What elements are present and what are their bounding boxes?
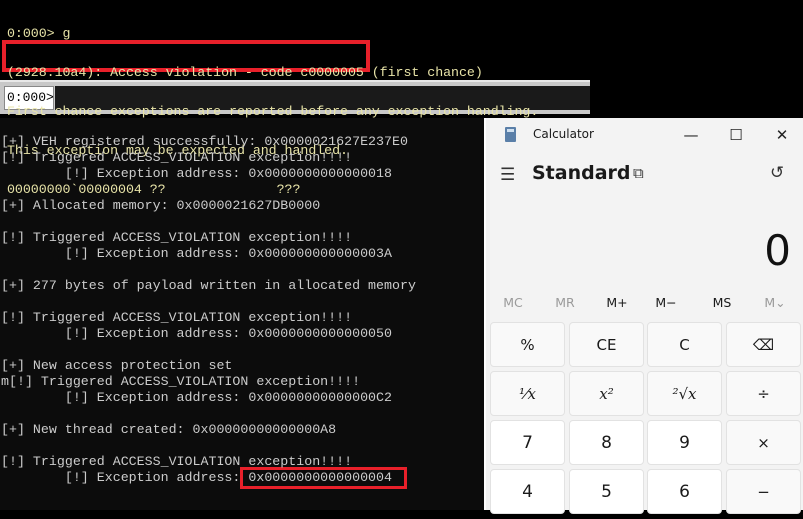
output-line: (2928.10a4): Access violation - code c00… <box>7 65 483 80</box>
console-line: [+] 277 bytes of payload written in allo… <box>1 278 416 293</box>
key-0-2[interactable]: C <box>647 322 722 367</box>
console-line: [!] Triggered ACCESS_VIOLATION exception… <box>1 310 353 325</box>
key-2-1[interactable]: 8 <box>569 420 644 465</box>
console-line: m[!] Triggered ACCESS_VIOLATION exceptio… <box>1 374 361 389</box>
console-line: [!] Exception address: 0x000000000000003… <box>1 246 392 261</box>
memory-button-1[interactable]: MR <box>545 295 585 310</box>
key-1-1[interactable]: x² <box>569 371 644 416</box>
memory-button-2[interactable]: M+ <box>597 295 637 310</box>
key-3-0[interactable]: 4 <box>490 469 565 514</box>
memory-button-5[interactable]: M⌄ <box>755 295 795 310</box>
console-line: [+] VEH registered successfully: 0x00000… <box>1 134 408 149</box>
memory-button-4[interactable]: MS <box>702 295 742 310</box>
console-line: [!] Triggered ACCESS_VIOLATION exception… <box>1 230 353 245</box>
key-2-3[interactable]: × <box>726 420 801 465</box>
console-line: [+] Allocated memory: 0x0000021627DB0000 <box>1 198 321 213</box>
maximize-button[interactable]: ☐ <box>721 124 751 146</box>
keep-on-top-icon[interactable]: ⧉ <box>633 164 644 182</box>
console-line: [+] New access protection set <box>1 358 233 373</box>
console-window: [+] VEH registered successfully: 0x00000… <box>0 118 487 510</box>
key-0-3[interactable]: ⌫ <box>726 322 801 367</box>
output-line: 0:000> g <box>7 26 71 41</box>
key-3-3[interactable]: − <box>726 469 801 514</box>
console-line: [!] Triggered ACCESS_VIOLATION exception… <box>1 454 353 469</box>
console-line: [+] New thread created: 0x00000000000000… <box>1 422 337 437</box>
mode-title: Standard <box>532 162 631 184</box>
console-line: [!] Exception address: 0x00000000000000C… <box>1 390 392 405</box>
console-line: [!] Exception address: 0x000000000000005… <box>1 326 392 341</box>
window-title: Calculator <box>533 127 594 141</box>
console-output: [+] VEH registered successfully: 0x00000… <box>1 134 416 486</box>
memory-button-0[interactable]: MC <box>493 295 533 310</box>
minimize-button[interactable]: — <box>676 124 706 146</box>
key-0-1[interactable]: CE <box>569 322 644 367</box>
key-2-2[interactable]: 9 <box>647 420 722 465</box>
key-3-2[interactable]: 6 <box>647 469 722 514</box>
key-2-0[interactable]: 7 <box>490 420 565 465</box>
key-0-0[interactable]: % <box>490 322 565 367</box>
close-button[interactable]: ✕ <box>767 124 797 146</box>
key-1-2[interactable]: ²√x <box>647 371 722 416</box>
result-display: 0 <box>764 226 791 275</box>
windbg-command-window: 0:000> g (2928.10a4): Access violation -… <box>0 0 590 196</box>
console-line: [!] Exception address: 0x000000000000001… <box>1 166 392 181</box>
console-line: [!] Exception address: 0x000000000000000… <box>1 470 392 485</box>
key-1-0[interactable]: ¹⁄x <box>490 371 565 416</box>
key-1-3[interactable]: ÷ <box>726 371 801 416</box>
output-line: First chance exceptions are reported bef… <box>7 104 539 119</box>
history-icon[interactable]: ↺ <box>770 163 784 183</box>
memory-button-3[interactable]: M− <box>646 295 686 310</box>
key-3-1[interactable]: 5 <box>569 469 644 514</box>
console-line: [!] Triggered ACCESS_VIOLATION exception… <box>1 150 353 165</box>
